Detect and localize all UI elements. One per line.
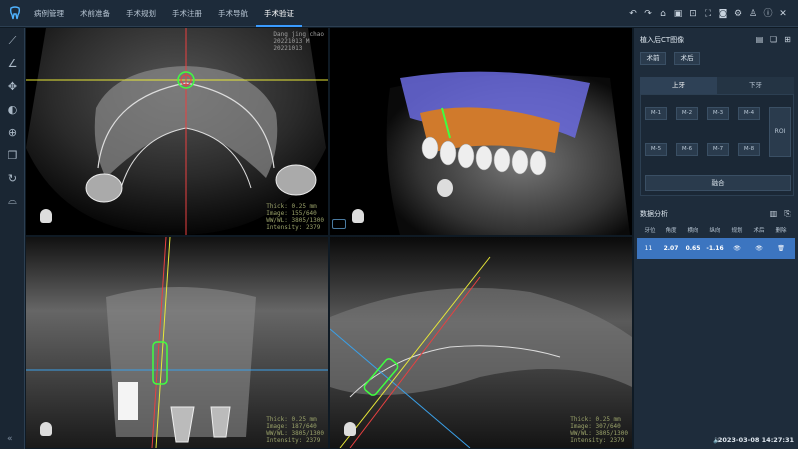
home-icon[interactable]: ⌂ xyxy=(658,9,668,19)
nav-surgical-planning[interactable]: 手术规划 xyxy=(118,0,164,27)
marker-m1-button[interactable]: M-1 xyxy=(645,107,667,120)
top-toolbar: ↶ ↷ ⌂ ▣ ⊡ ⛶ ◙ ⚙ ♙ ⓘ ✕ xyxy=(628,0,788,27)
col-plan: 规划 xyxy=(731,228,743,234)
preop-button[interactable]: 术前 xyxy=(640,52,666,65)
save-icon[interactable]: ▣ xyxy=(673,9,683,19)
3d-model-render xyxy=(330,28,632,235)
fuse-button[interactable]: 融合 xyxy=(645,175,791,191)
table-row[interactable]: 11 2.07 0.65 -1.16 👁 👁 🗑 xyxy=(637,238,795,259)
screenshot-icon[interactable]: ◙ xyxy=(718,9,728,19)
sagittal-viewport[interactable]: Thick: 0.25 mm Image: 187/640 WW/WL: 380… xyxy=(26,237,328,448)
right-panel: 植入后CT图像 ▤ ❏ ⊞ 术前 术后 上牙 下牙 M-1 M-2 M-3 M-… xyxy=(634,28,798,449)
postop-ct-header: 植入后CT图像 ▤ ❏ ⊞ xyxy=(634,32,798,48)
collapse-icon[interactable]: « xyxy=(7,434,13,444)
axial-slice-info: Thick: 0.25 mm Image: 155/640 WW/WL: 380… xyxy=(266,203,324,231)
panorama-icon[interactable]: ⌓ xyxy=(6,194,19,207)
export-report-icon[interactable]: ⎘ xyxy=(783,209,792,218)
orientation-head-icon xyxy=(344,422,356,436)
roi-button[interactable]: ROI xyxy=(769,107,791,157)
copy-icon[interactable]: ❏ xyxy=(769,35,778,44)
pan-icon[interactable]: ✥ xyxy=(6,80,19,93)
nav-surgical-navigation[interactable]: 手术导航 xyxy=(210,0,256,27)
import-icon[interactable]: ▤ xyxy=(755,35,764,44)
left-toolbar: ⟋ ∠ ✥ ◐ ⊕ ❐ ↻ ⌓ « xyxy=(0,28,25,449)
status-datetime: 2023-03-08 14:27:31 xyxy=(717,436,794,444)
status-bar: 🔈 2023-03-08 14:27:31 xyxy=(634,434,798,449)
marker-m8-button[interactable]: M-8 xyxy=(738,143,760,156)
marker-m7-button[interactable]: M-7 xyxy=(707,143,729,156)
fullscreen-icon[interactable]: ⛶ xyxy=(703,9,713,19)
marker-m5-button[interactable]: M-5 xyxy=(645,143,667,156)
marker-m4-button[interactable]: M-4 xyxy=(738,107,760,120)
analysis-header: 数据分析 ▥ ⎘ xyxy=(634,206,798,222)
view-reset-icon[interactable] xyxy=(332,219,346,229)
analysis-table-header: 牙位 角度 横向 纵向 规划 术后 删除 xyxy=(640,226,794,237)
marker-m2-button[interactable]: M-2 xyxy=(676,107,698,120)
cell-tooth: 11 xyxy=(644,245,653,252)
user-icon[interactable]: ♙ xyxy=(748,9,758,19)
zoom-icon[interactable]: ⊕ xyxy=(6,126,19,139)
orientation-head-icon xyxy=(352,209,364,223)
main-nav: 病例管理 术前准备 手术规划 手术注册 手术导航 手术验证 xyxy=(26,0,302,27)
undo-icon[interactable]: ↶ xyxy=(628,9,638,19)
close-icon[interactable]: ✕ xyxy=(778,9,788,19)
redo-icon[interactable]: ↷ xyxy=(643,9,653,19)
postop-button[interactable]: 术后 xyxy=(674,52,700,65)
info-icon[interactable]: ⓘ xyxy=(763,9,773,19)
chart-icon[interactable]: ▥ xyxy=(769,209,778,218)
marker-grid: M-1 M-2 M-3 M-4 M-5 M-6 M-7 M-8 ROI 融合 xyxy=(640,94,794,196)
cell-vertical: -1.16 xyxy=(706,245,724,252)
coronal-viewport[interactable]: Thick: 0.25 mm Image: 307/640 WW/WL: 380… xyxy=(330,237,632,448)
patient-id: 20221013 M xyxy=(273,38,310,45)
col-postop: 术后 xyxy=(753,228,765,234)
delete-icon[interactable]: 🗑 xyxy=(770,245,792,252)
angle-icon[interactable]: ∠ xyxy=(6,57,19,70)
tab-upper-jaw[interactable]: 上牙 xyxy=(640,77,717,94)
marker-m6-button[interactable]: M-6 xyxy=(676,143,698,156)
nav-case-management[interactable]: 病例管理 xyxy=(26,0,72,27)
sagittal-slice-info: Thick: 0.25 mm Image: 187/640 WW/WL: 380… xyxy=(266,416,324,444)
jaw-tabs: 上牙 下牙 xyxy=(640,77,794,94)
analysis-title: 数据分析 xyxy=(640,210,668,218)
col-tooth: 牙位 xyxy=(644,228,656,234)
col-delete: 删除 xyxy=(775,228,787,234)
tooth-icon xyxy=(8,6,22,20)
contrast-icon[interactable]: ◐ xyxy=(6,103,19,116)
col-vertical: 纵向 xyxy=(709,228,721,234)
layers-icon[interactable]: ❐ xyxy=(6,149,19,162)
reset-icon[interactable]: ↻ xyxy=(6,172,19,185)
top-bar: 病例管理 术前准备 手术规划 手术注册 手术导航 手术验证 ↶ ↷ ⌂ ▣ ⊡ … xyxy=(0,0,798,27)
nav-surgical-registration[interactable]: 手术注册 xyxy=(164,0,210,27)
nav-preop-preparation[interactable]: 术前准备 xyxy=(72,0,118,27)
postop-visibility-icon[interactable]: 👁 xyxy=(748,245,770,252)
study-date: 20221013 xyxy=(273,45,303,52)
settings-icon[interactable]: ⚙ xyxy=(733,9,743,19)
cell-angle: 2.07 xyxy=(663,245,679,252)
col-horizontal: 横向 xyxy=(687,228,699,234)
tab-lower-jaw[interactable]: 下牙 xyxy=(717,77,794,94)
orientation-head-icon xyxy=(40,209,52,223)
coronal-slice-info: Thick: 0.25 mm Image: 307/640 WW/WL: 380… xyxy=(570,416,628,444)
col-angle: 角度 xyxy=(665,228,677,234)
patient-name: Dang jing chao xyxy=(273,31,324,38)
3d-viewport[interactable] xyxy=(330,28,632,235)
ruler-icon[interactable]: ⟋ xyxy=(6,34,19,47)
fit-icon[interactable]: ⊡ xyxy=(688,9,698,19)
plan-visibility-icon[interactable]: 👁 xyxy=(726,245,748,252)
axial-viewport[interactable]: Dang jing chao 20221013 M 20221013 Thick… xyxy=(26,28,328,235)
orientation-head-icon xyxy=(40,422,52,436)
cell-horizontal: 0.65 xyxy=(685,245,701,252)
nav-surgical-verification[interactable]: 手术验证 xyxy=(256,0,302,27)
export-icon[interactable]: ⊞ xyxy=(783,35,792,44)
patient-info: Dang jing chao 20221013 M 20221013 xyxy=(273,31,324,52)
postop-ct-title: 植入后CT图像 xyxy=(640,36,685,44)
marker-m3-button[interactable]: M-3 xyxy=(707,107,729,120)
